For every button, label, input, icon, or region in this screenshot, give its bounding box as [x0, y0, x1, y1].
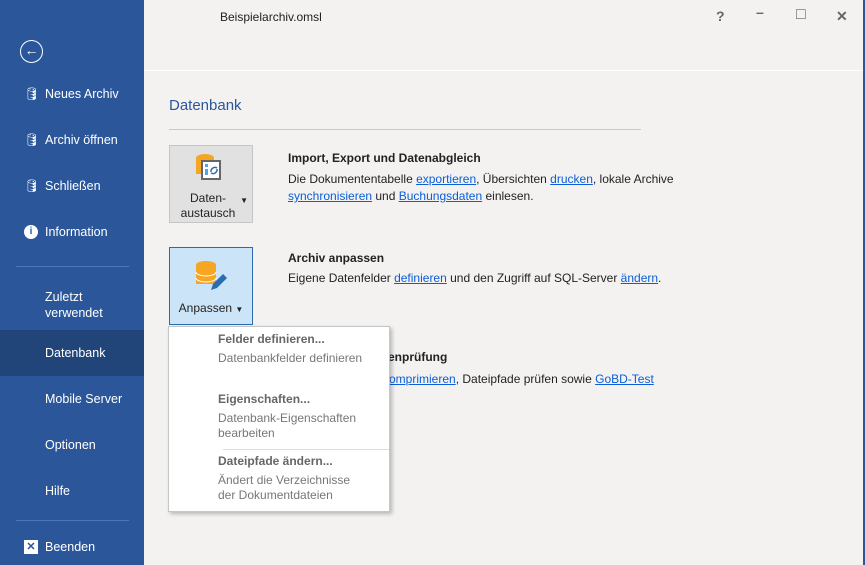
divider	[16, 520, 129, 521]
database-cursor-icon: 🛢	[24, 132, 40, 147]
link-synchronisieren[interactable]: synchronisieren	[288, 189, 372, 203]
divider	[169, 129, 641, 130]
link-definieren[interactable]: definieren	[394, 271, 447, 285]
sidebar: ← 🛢 Neues Archiv 🛢 Archiv öffnen 🛢 Schließe…	[0, 0, 144, 565]
sidebar-item-neues-archiv[interactable]: 🛢 Neues Archiv	[0, 85, 144, 103]
button-label: Anpassen	[178, 301, 233, 315]
link-exportieren[interactable]: exportieren	[416, 172, 476, 186]
sidebar-item-information[interactable]: i Information	[0, 223, 144, 241]
link-drucken[interactable]: drucken	[550, 172, 593, 186]
chevron-down-icon: ▼	[235, 305, 244, 314]
section-description: Die Dokumententabelle exportieren, Übers…	[288, 172, 674, 203]
database-plus-icon: 🛢	[24, 86, 40, 101]
divider	[144, 70, 863, 71]
close-box-icon: ✕	[24, 540, 44, 554]
section-description: omprimieren, Dateipfade prüfen sowie GoB…	[389, 372, 654, 386]
window-title: Beispielarchiv.omsl	[220, 10, 322, 24]
sidebar-item-hilfe[interactable]: Hilfe	[0, 482, 144, 500]
menu-item-eigenschaften[interactable]: Eigenschaften... Datenbank-Eigenschaften b…	[218, 392, 356, 441]
help-button[interactable]: ?	[716, 8, 725, 24]
section-title: enprüfung	[388, 350, 448, 364]
section-title: Archiv anpassen	[288, 251, 385, 265]
database-x-icon: 🛢	[24, 178, 40, 193]
minimize-button[interactable]: –	[756, 4, 764, 20]
section-title: Import, Export und Datenabgleich	[288, 151, 481, 165]
sidebar-item-archiv-oeffnen[interactable]: 🛢 Archiv öffnen	[0, 131, 144, 149]
anpassen-button[interactable]: Anpassen ▼	[169, 247, 253, 325]
sidebar-item-zuletzt[interactable]: Zuletzt verwendet	[0, 288, 144, 322]
sidebar-item-mobile-server[interactable]: Mobile Server	[0, 390, 144, 408]
sidebar-item-schliessen[interactable]: 🛢 Schließen	[0, 177, 144, 195]
divider	[16, 266, 129, 267]
link-buchungsdaten[interactable]: Buchungsdaten	[399, 189, 482, 203]
arrow-left-circle-icon: ←	[24, 42, 39, 58]
sidebar-item-optionen[interactable]: Optionen	[0, 436, 144, 454]
link-aendern[interactable]: ändern	[621, 271, 658, 285]
database-table-icon	[196, 154, 221, 180]
info-icon: i	[24, 225, 44, 239]
menu-item-dateipfade-aendern[interactable]: Dateipfade ändern... Ändert die Verzeichn…	[218, 454, 350, 503]
menu-item-felder-definieren[interactable]: Felder definieren... Datenbankfelder defi…	[218, 332, 362, 366]
page-title: Datenbank	[169, 97, 242, 114]
back-button[interactable]: ←	[20, 40, 43, 63]
link-komprimieren[interactable]: omprimieren	[389, 372, 456, 386]
button-label: Daten-	[189, 191, 227, 205]
menu-divider	[223, 449, 389, 450]
database-edit-icon	[195, 261, 227, 290]
chevron-down-icon: ▼	[240, 196, 248, 205]
link-gobd-test[interactable]: GoBD-Test	[595, 372, 654, 386]
close-button[interactable]: ✕	[836, 8, 848, 25]
sidebar-item-datenbank[interactable]: Datenbank	[0, 330, 144, 376]
datenaustausch-button[interactable]: Daten-austausch ▼	[169, 145, 253, 223]
section-description: Eigene Datenfelder definieren und den Zu…	[288, 271, 662, 285]
button-label: austausch	[180, 206, 236, 220]
anpassen-dropdown-menu: Felder definieren... Datenbankfelder defi…	[168, 326, 390, 512]
sidebar-item-beenden[interactable]: ✕ Beenden	[0, 538, 144, 556]
maximize-button[interactable]: □	[796, 6, 806, 24]
